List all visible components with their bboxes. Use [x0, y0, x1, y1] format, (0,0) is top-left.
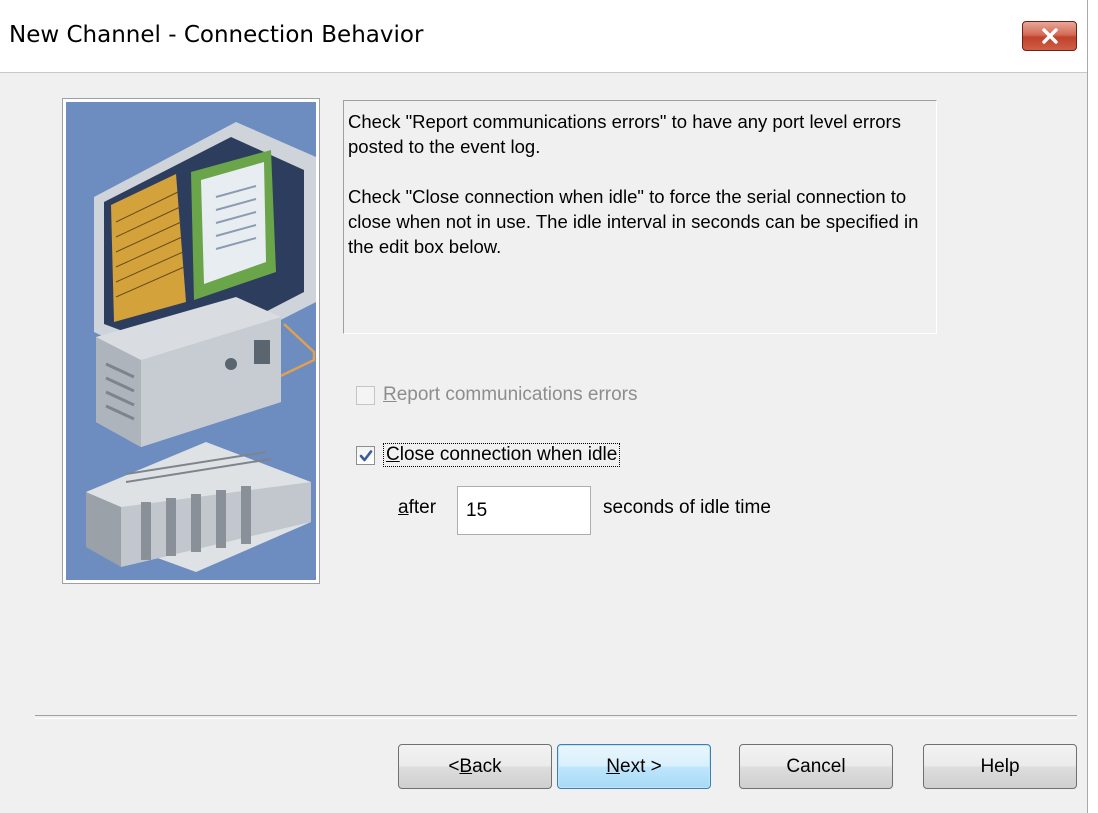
wizard-illustration — [62, 98, 320, 584]
title-bar: New Channel - Connection Behavior — [0, 0, 1087, 73]
idle-seconds-input[interactable] — [457, 486, 591, 535]
window-title: New Channel - Connection Behavior — [9, 22, 424, 48]
after-label: after — [398, 497, 437, 518]
close-idle-label[interactable]: Close connection when idle — [383, 443, 621, 467]
description-paragraph-2: Check "Close connection when idle" to fo… — [348, 186, 919, 257]
computer-and-plc-illustration — [86, 122, 316, 572]
next-button[interactable]: Next > — [557, 744, 711, 789]
description-box: Check "Report communications errors" to … — [343, 100, 937, 334]
report-errors-option: Report communications errors — [356, 384, 638, 406]
report-errors-checkbox — [356, 385, 375, 405]
close-idle-checkbox[interactable] — [356, 445, 375, 465]
dialog-window: New Channel - Connection Behavior Check … — [0, 0, 1088, 813]
footer-separator — [35, 715, 1077, 719]
description-paragraph-1: Check "Report communications errors" to … — [348, 111, 901, 157]
help-button[interactable]: Help — [923, 744, 1077, 789]
cancel-button[interactable]: Cancel — [739, 744, 893, 789]
checkmark-icon — [359, 449, 373, 461]
seconds-suffix-label: seconds of idle time — [603, 497, 771, 518]
close-icon — [1042, 28, 1058, 44]
report-errors-label: Report communications errors — [383, 384, 638, 405]
back-button[interactable]: < Back — [398, 744, 552, 789]
close-button[interactable] — [1022, 21, 1077, 51]
close-idle-option[interactable]: Close connection when idle — [356, 443, 621, 467]
